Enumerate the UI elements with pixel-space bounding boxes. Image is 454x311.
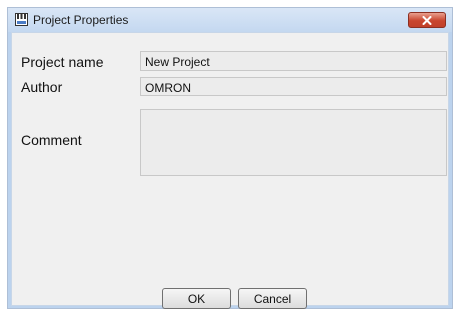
comment-field[interactable] — [140, 109, 447, 176]
author-label: Author — [21, 79, 63, 95]
title-bar[interactable]: Project Properties — [8, 8, 452, 32]
project-name-field[interactable]: New Project — [140, 51, 447, 71]
project-properties-dialog: Project Properties Project name New Proj… — [7, 7, 453, 309]
cancel-button[interactable]: Cancel — [238, 288, 307, 309]
close-button[interactable] — [408, 12, 446, 28]
ok-button[interactable]: OK — [162, 288, 231, 309]
project-properties-icon — [15, 13, 28, 26]
close-icon — [422, 15, 432, 25]
comment-label: Comment — [21, 132, 82, 148]
author-field[interactable]: OMRON — [140, 77, 447, 96]
dialog-title: Project Properties — [33, 13, 129, 27]
dialog-body: Project name New Project Author OMRON Co… — [11, 32, 449, 309]
project-name-label: Project name — [21, 54, 104, 70]
